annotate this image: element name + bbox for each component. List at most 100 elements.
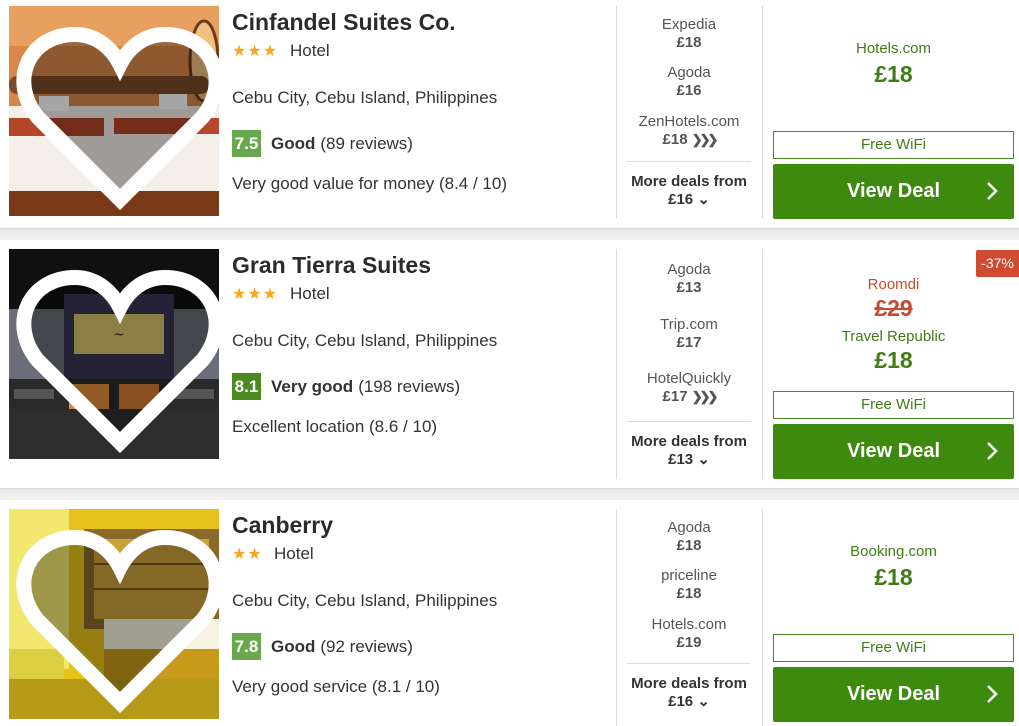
best-deal-price: £18	[874, 61, 913, 87]
divider	[616, 6, 617, 218]
hotel-card: Canberry ★★ Hotel Cebu City, Cebu Island…	[0, 500, 1019, 726]
view-deal-button[interactable]: View Deal	[773, 667, 1014, 722]
rating-row[interactable]: 7.8 Good (92 reviews)	[232, 633, 413, 660]
deal-item[interactable]: priceline £18	[627, 567, 751, 603]
deal-price: £18	[676, 585, 702, 602]
deal-site: Expedia	[661, 16, 717, 33]
discount-badge: -37%	[976, 250, 1019, 277]
view-deal-label: View Deal	[846, 180, 941, 202]
free-wifi-badge: Free WiFi	[773, 634, 1014, 662]
hotel-card: ~ Gran Tierra Suites ★★★ Hotel Cebu City…	[0, 240, 1019, 488]
hotel-name[interactable]: Cinfandel Suites Co.	[232, 9, 456, 36]
more-deals-price: £16	[668, 693, 694, 710]
hotel-photo[interactable]: ~	[9, 249, 219, 459]
deal-site: ZenHotels.com	[638, 113, 740, 130]
hotel-location[interactable]: Cebu City, Cebu Island, Philippines	[232, 331, 497, 351]
favorite-heart-icon[interactable]	[15, 255, 219, 459]
divider	[616, 249, 617, 479]
card-separator	[0, 228, 1019, 240]
rating-word: Very good	[271, 376, 354, 396]
view-deal-button[interactable]: View Deal	[773, 164, 1014, 219]
hotel-type: Hotel	[274, 544, 314, 563]
deal-item[interactable]: Trip.com £17	[627, 316, 751, 352]
best-deal[interactable]: Roomdi £29 Travel Republic £18	[773, 276, 1014, 374]
best-deal[interactable]: Hotels.com £18	[773, 40, 1014, 88]
favorite-heart-icon[interactable]	[15, 515, 219, 719]
more-deals-button[interactable]: More deals from £16 ⌄	[627, 173, 751, 209]
divider	[627, 161, 751, 162]
hotel-location[interactable]: Cebu City, Cebu Island, Philippines	[232, 591, 497, 611]
best-deal-site: Booking.com	[850, 543, 937, 560]
chevron-right-icon	[987, 685, 998, 703]
hotel-location[interactable]: Cebu City, Cebu Island, Philippines	[232, 88, 497, 108]
deal-price: £18	[676, 34, 702, 51]
deal-price: £18	[676, 537, 702, 554]
review-count: (89 reviews)	[320, 133, 413, 153]
divider	[762, 249, 763, 479]
best-deal-price: £18	[874, 564, 913, 590]
deal-site: Hotels.com	[651, 616, 727, 633]
hotel-type: Hotel	[290, 284, 330, 303]
chevron-down-icon: ⌄	[697, 693, 710, 710]
original-deal-site: Roomdi	[867, 276, 920, 293]
deal-item[interactable]: HotelQuickly £17 ❯❯❯	[627, 370, 751, 406]
deal-site: priceline	[661, 567, 717, 584]
deal-price: £17	[662, 388, 688, 405]
star-rating: ★★★	[232, 286, 279, 303]
star-rating: ★★★	[232, 43, 279, 60]
deal-site: Agoda	[667, 519, 711, 536]
deal-item[interactable]: Agoda £18	[627, 519, 751, 555]
chevron-right-icon	[987, 442, 998, 460]
card-separator	[0, 488, 1019, 500]
deal-price: £19	[676, 634, 702, 651]
view-deal-button[interactable]: View Deal	[773, 424, 1014, 479]
free-wifi-badge: Free WiFi	[773, 131, 1014, 159]
deal-site: HotelQuickly	[646, 370, 732, 387]
more-deals-button[interactable]: More deals from £13 ⌄	[627, 433, 751, 469]
favorite-heart-icon[interactable]	[15, 12, 219, 216]
more-deals-label: More deals from	[631, 675, 747, 692]
deal-price: £13	[676, 279, 702, 296]
hotel-photo[interactable]	[9, 6, 219, 216]
rating-word: Good	[271, 133, 316, 153]
review-count: (92 reviews)	[320, 636, 413, 656]
rating-highlight: Excellent location (8.6 / 10)	[232, 417, 438, 436]
best-deal-site: Travel Republic	[841, 328, 946, 345]
more-deals-label: More deals from	[631, 173, 747, 190]
rating-highlight: Very good service (8.1 / 10)	[232, 677, 440, 696]
best-deal-price: £18	[874, 347, 913, 373]
view-deal-label: View Deal	[846, 683, 941, 705]
star-rating: ★★	[232, 546, 263, 563]
rating-row[interactable]: 7.5 Good (89 reviews)	[232, 130, 413, 157]
free-wifi-badge: Free WiFi	[773, 391, 1014, 419]
best-deal[interactable]: Booking.com £18	[773, 543, 1014, 591]
deal-price: £16	[676, 82, 702, 99]
deal-item[interactable]: Agoda £16	[627, 64, 751, 100]
deal-price: £18	[662, 131, 688, 148]
deal-item[interactable]: ZenHotels.com £18 ❯❯❯	[627, 113, 751, 149]
divider	[627, 421, 751, 422]
review-count: (198 reviews)	[358, 376, 461, 396]
rating-row[interactable]: 8.1 Very good (198 reviews)	[232, 373, 460, 400]
more-deals-price: £13	[668, 451, 694, 468]
more-deals-button[interactable]: More deals from £16 ⌄	[627, 675, 751, 711]
chevron-down-icon: ⌄	[697, 451, 710, 468]
deal-item[interactable]: Agoda £13	[627, 261, 751, 297]
deal-item[interactable]: Expedia £18	[627, 16, 751, 52]
deal-site: Trip.com	[660, 316, 718, 333]
rating-word: Good	[271, 636, 316, 656]
hotel-name[interactable]: Canberry	[232, 512, 333, 539]
view-deal-label: View Deal	[846, 440, 941, 462]
chevron-down-icon: ⌄	[697, 191, 710, 208]
hotel-type: Hotel	[290, 41, 330, 60]
deal-site: Agoda	[667, 64, 711, 81]
more-deals-label: More deals from	[631, 433, 747, 450]
deal-site: Agoda	[667, 261, 711, 278]
deal-item[interactable]: Hotels.com £19	[627, 616, 751, 652]
rating-highlight: Very good value for money (8.4 / 10)	[232, 174, 507, 193]
score-badge: 8.1	[232, 373, 261, 400]
divider	[762, 6, 763, 218]
hotel-name[interactable]: Gran Tierra Suites	[232, 252, 431, 279]
more-deals-price: £16	[668, 191, 694, 208]
hotel-photo[interactable]	[9, 509, 219, 719]
